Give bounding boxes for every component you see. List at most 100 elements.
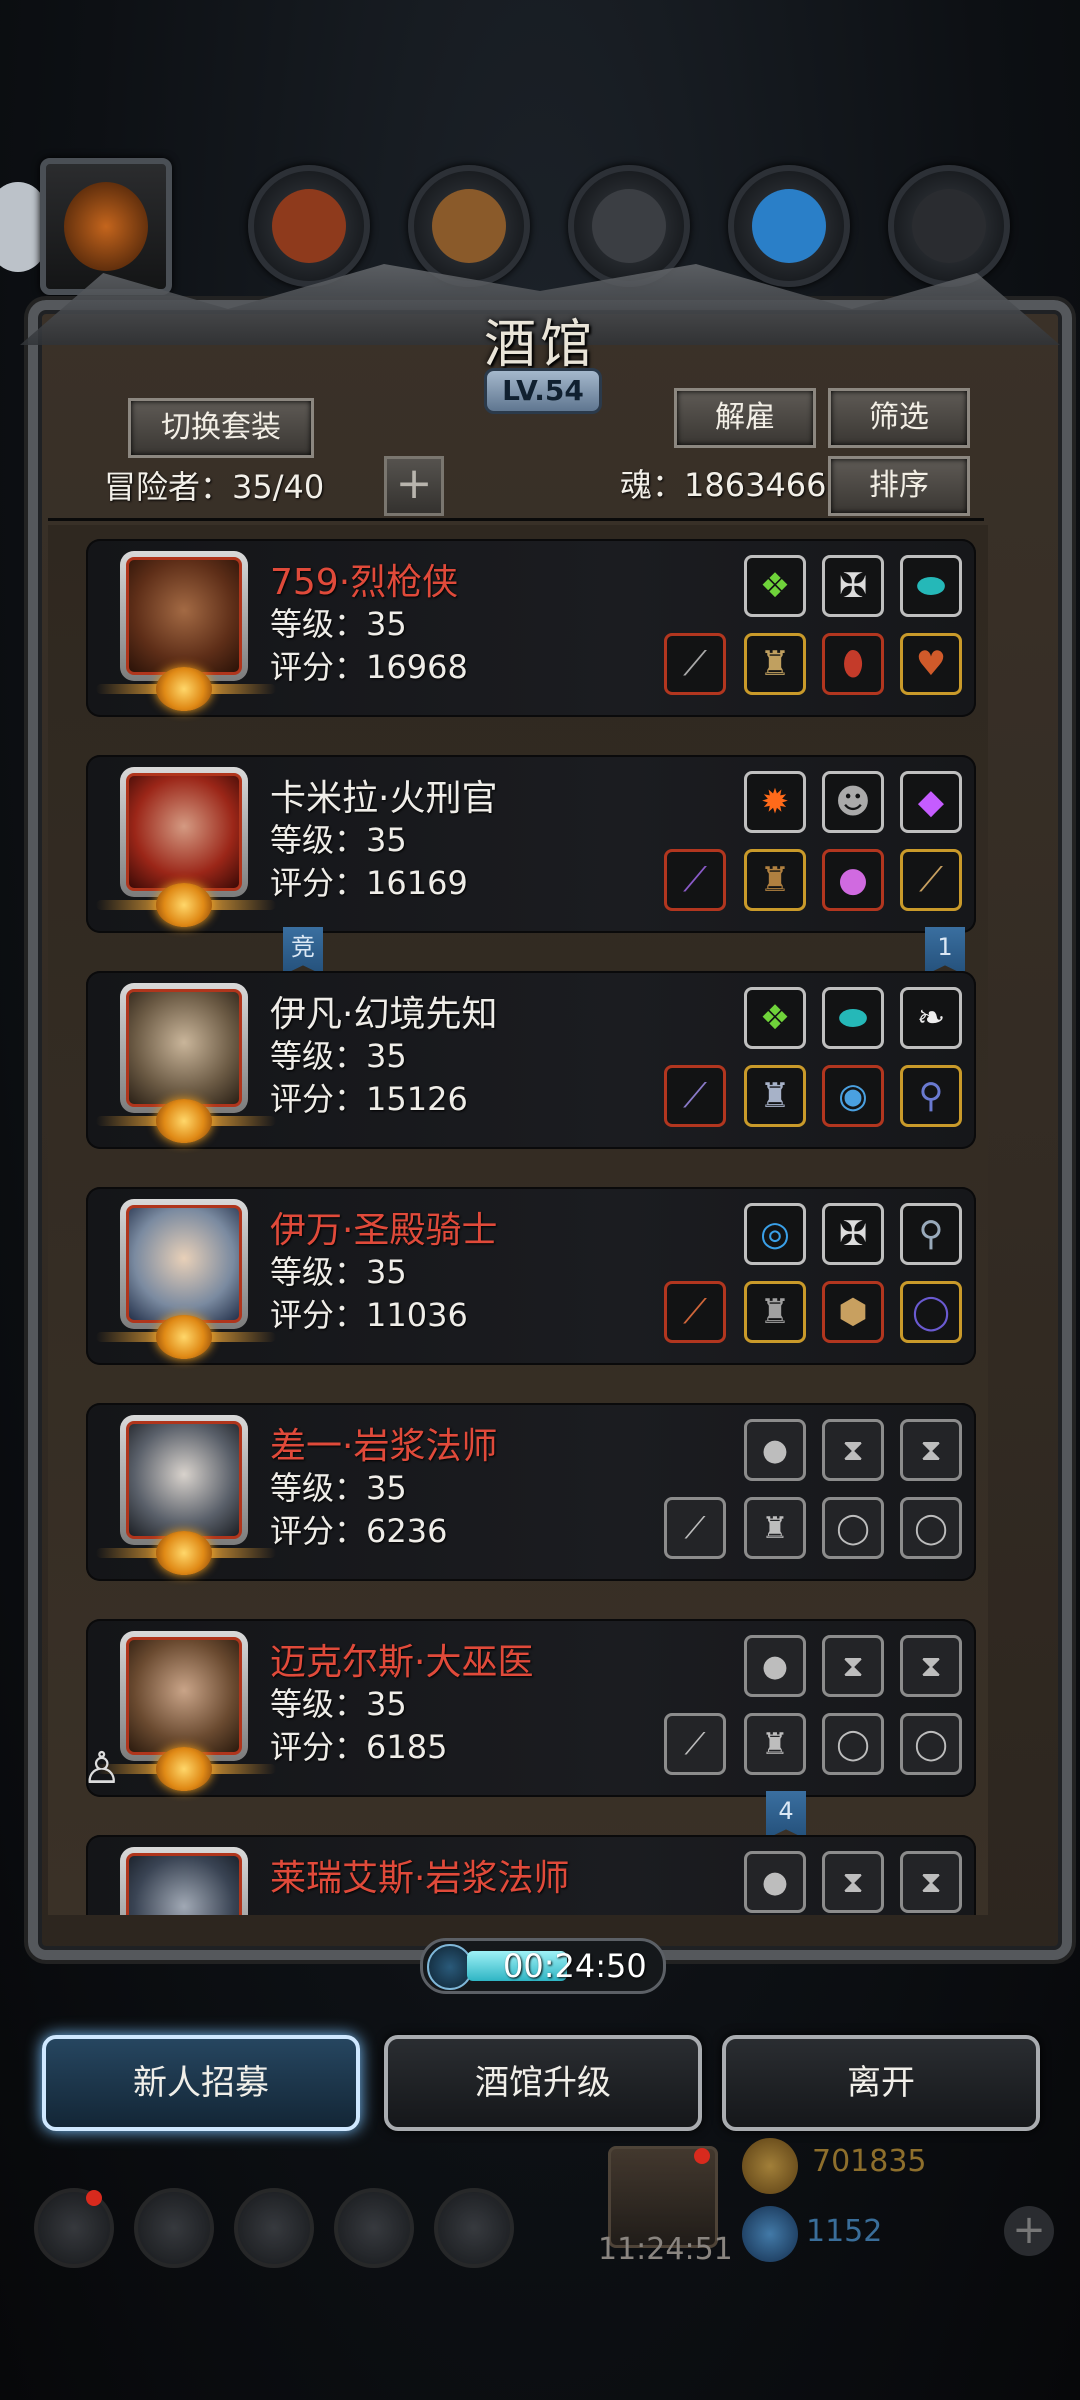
hero-card[interactable]: 卡米拉·火刑官 等级：35 评分：16169 ✹ ☻ ◆ ⟋ ♜ ● ⟋	[86, 755, 976, 933]
scroll-icon[interactable]: ⟋	[900, 849, 962, 911]
hero-card[interactable]: 差一·岩浆法师 等级：35 评分：6236 ● ⧗ ⧗ ⟋ ♜ ◯ ◯	[86, 1403, 976, 1581]
mail-icon[interactable]	[334, 2188, 414, 2268]
gun-icon[interactable]: ⟋	[664, 633, 726, 695]
chestplate-icon[interactable]: ♜	[744, 1065, 806, 1127]
shield-icon[interactable]: ⬢	[822, 1281, 884, 1343]
bracer-icon[interactable]: ⬮	[822, 633, 884, 695]
rank-medal-icon	[156, 667, 212, 711]
empty-drop-slot-icon[interactable]: ●	[744, 1419, 806, 1481]
tab-crystal-icon[interactable]	[728, 165, 850, 287]
purple-gem-icon[interactable]: ◆	[900, 771, 962, 833]
axe-icon[interactable]: ⟋	[664, 1281, 726, 1343]
hero-card[interactable]: 759·烈枪侠 等级：35 评分：16968 ❖ ✠ ⬬ ⟋ ♜ ⬮ ♥	[86, 539, 976, 717]
emblem-icon[interactable]: ✠	[822, 555, 884, 617]
empty-ring-slot-icon[interactable]: ◯	[900, 1497, 962, 1559]
empty-weapon-slot-icon[interactable]: ⟋	[664, 1713, 726, 1775]
emblem-icon[interactable]: ✠	[822, 1203, 884, 1265]
gem-amount: 1152	[806, 2214, 883, 2249]
hero-level: 等级：35	[270, 821, 407, 859]
hero-portrait	[120, 983, 248, 1113]
castle-icon[interactable]	[234, 2188, 314, 2268]
blue-orb-icon[interactable]: ◎	[744, 1203, 806, 1265]
dismiss-button[interactable]: 解雇	[674, 388, 816, 448]
hero-card[interactable]: 迈克尔斯·大巫医 等级：35 评分：6185 ● ⧗ ⧗ ⟋ ♜ ◯ ◯	[86, 1619, 976, 1797]
hero-name: 卡米拉·火刑官	[270, 778, 498, 819]
empty-hourglass-slot-icon[interactable]: ⧗	[822, 1851, 884, 1913]
empty-armor-slot-icon[interactable]: ♜	[744, 1497, 806, 1559]
magic-orb-icon[interactable]: ●	[822, 849, 884, 911]
empty-hourglass-slot-icon[interactable]: ⧗	[900, 1635, 962, 1697]
tab-forge-icon[interactable]	[888, 165, 1010, 287]
walking-figure-icon: ♙	[82, 1743, 122, 1794]
feather-icon[interactable]: ❧	[900, 987, 962, 1049]
tab-book-icon[interactable]	[408, 165, 530, 287]
hero-score: 评分：11036	[270, 1296, 468, 1334]
jade-charm-icon[interactable]: ❖	[744, 987, 806, 1049]
achievement-icon[interactable]	[134, 2188, 214, 2268]
hero-card[interactable]: 伊万·圣殿骑士 等级：35 评分：11036 ◎ ✠ ⚲ ⟋ ♜ ⬢ ◯	[86, 1187, 976, 1365]
fire-orb-icon[interactable]: ✹	[744, 771, 806, 833]
pendant-icon[interactable]: ⚲	[900, 1065, 962, 1127]
helmet-icon[interactable]: ♜	[744, 633, 806, 695]
hero-level: 等级：35	[270, 1037, 407, 1075]
gem-icon	[742, 2206, 798, 2262]
notification-dot	[694, 2148, 710, 2164]
tab-armor-icon[interactable]	[248, 165, 370, 287]
settings-icon[interactable]	[34, 2188, 114, 2268]
rank-tag: 4	[766, 1791, 806, 1839]
hero-level: 等级：35	[270, 1253, 407, 1291]
hero-level: 等级：35	[270, 1685, 407, 1723]
hero-portrait	[120, 767, 248, 897]
gauntlet-icon[interactable]: ◉	[822, 1065, 884, 1127]
empty-hourglass-slot-icon[interactable]: ⧗	[900, 1419, 962, 1481]
rank-medal-icon	[156, 1099, 212, 1143]
staff-icon[interactable]: ⟋	[664, 849, 726, 911]
empty-weapon-slot-icon[interactable]: ⟋	[664, 1497, 726, 1559]
rank-tag: 1	[925, 927, 965, 975]
empty-ring-slot-icon[interactable]: ◯	[900, 1713, 962, 1775]
empty-hourglass-slot-icon[interactable]: ⧗	[822, 1635, 884, 1697]
hero-portrait	[120, 1631, 248, 1761]
add-slot-button[interactable]: +	[384, 456, 444, 516]
switch-outfit-button[interactable]: 切换套装	[128, 398, 314, 458]
hero-portrait	[120, 1415, 248, 1545]
sort-button[interactable]: 排序	[828, 456, 970, 516]
dagger-icon[interactable]: ⟋	[664, 1065, 726, 1127]
teal-gem-icon[interactable]: ⬬	[900, 555, 962, 617]
hero-name: 差一·岩浆法师	[270, 1426, 498, 1467]
timer-text: 00:24:50	[503, 1947, 647, 1985]
hero-portrait	[120, 1847, 248, 1915]
empty-ring-slot-icon[interactable]: ◯	[822, 1713, 884, 1775]
recruit-button[interactable]: 新人招募	[42, 2035, 360, 2131]
empty-armor-slot-icon[interactable]: ♜	[744, 1713, 806, 1775]
amulet-icon[interactable]: ♥	[900, 633, 962, 695]
notification-dot	[86, 2190, 102, 2206]
hero-card[interactable]: 伊凡·幻境先知 等级：35 评分：15126 ❖ ⬬ ❧ ⟋ ♜ ◉ ⚲	[86, 971, 976, 1149]
hero-name: 莱瑞艾斯·岩浆法师	[270, 1858, 570, 1899]
rank-medal-icon	[156, 883, 212, 927]
gift-timer: 11:24:51	[598, 2232, 733, 2267]
necklace-icon[interactable]: ⚲	[900, 1203, 962, 1265]
ring-icon[interactable]: ◯	[900, 1281, 962, 1343]
tavern-upgrade-button[interactable]: 酒馆升级	[384, 2035, 702, 2131]
jade-charm-icon[interactable]: ❖	[744, 555, 806, 617]
armor-icon[interactable]: ♜	[744, 849, 806, 911]
hero-card[interactable]: 莱瑞艾斯·岩浆法师 ● ⧗ ⧗	[86, 1835, 976, 1915]
hero-name: 伊万·圣殿骑士	[270, 1210, 498, 1251]
add-currency-button[interactable]: +	[1004, 2206, 1054, 2256]
tavern-level-badge: LV.54	[484, 368, 602, 414]
empty-hourglass-slot-icon[interactable]: ⧗	[900, 1851, 962, 1913]
leave-button[interactable]: 离开	[722, 2035, 1040, 2131]
hero-portrait	[120, 1199, 248, 1329]
empty-ring-slot-icon[interactable]: ◯	[822, 1497, 884, 1559]
mask-icon[interactable]: ☻	[822, 771, 884, 833]
empty-drop-slot-icon[interactable]: ●	[744, 1635, 806, 1697]
hero-name: 759·烈枪侠	[270, 562, 459, 603]
map-icon[interactable]	[434, 2188, 514, 2268]
hero-list[interactable]: 759·烈枪侠 等级：35 评分：16968 ❖ ✠ ⬬ ⟋ ♜ ⬮ ♥ 卡米拉…	[48, 525, 988, 1915]
empty-drop-slot-icon[interactable]: ●	[744, 1851, 806, 1913]
plate-armor-icon[interactable]: ♜	[744, 1281, 806, 1343]
filter-button[interactable]: 筛选	[828, 388, 970, 448]
teal-gem-icon[interactable]: ⬬	[822, 987, 884, 1049]
empty-hourglass-slot-icon[interactable]: ⧗	[822, 1419, 884, 1481]
